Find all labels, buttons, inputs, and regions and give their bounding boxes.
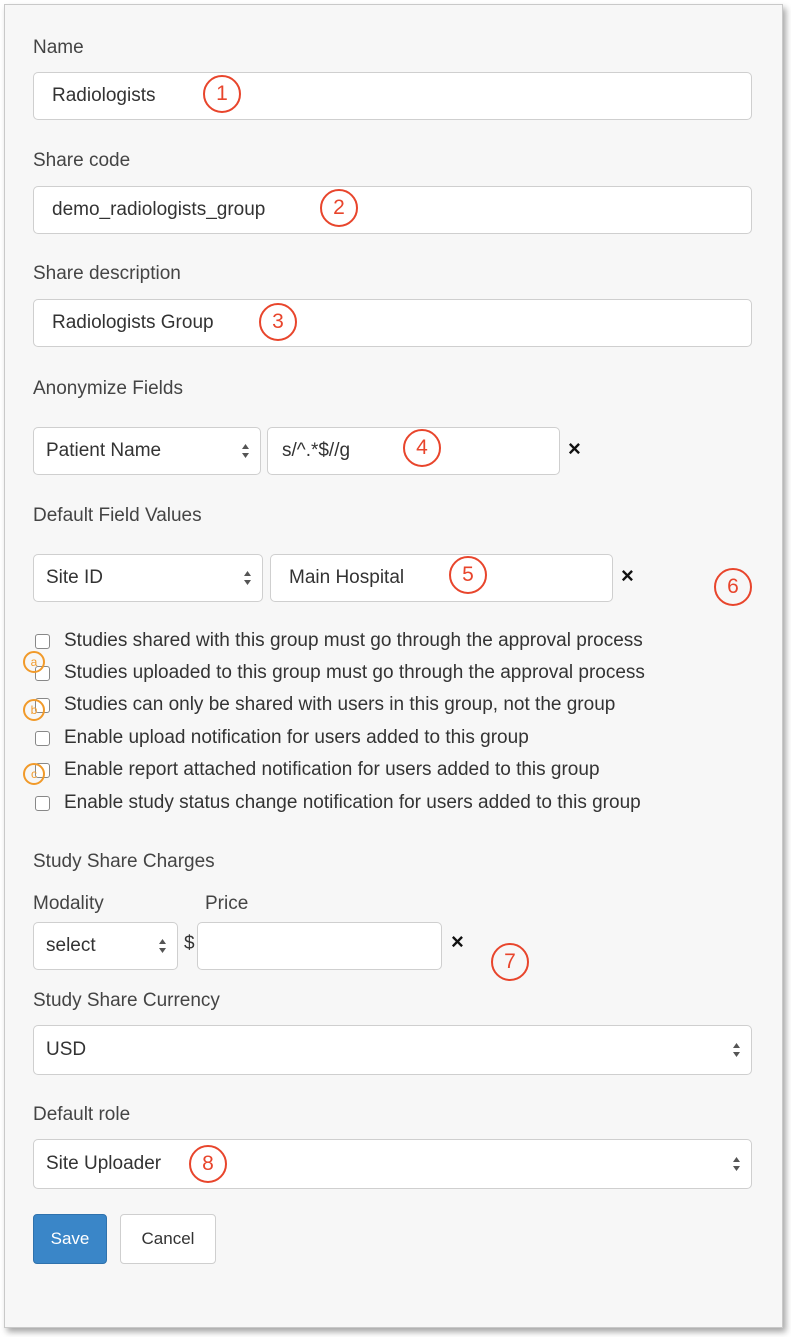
default-role-label: Default role bbox=[33, 1104, 131, 1125]
anonymize-remove-icon[interactable]: × bbox=[568, 436, 581, 462]
checkbox-row[interactable]: Studies can only be shared with users in… bbox=[35, 694, 615, 716]
charge-remove-icon[interactable]: × bbox=[451, 929, 464, 955]
checkbox-label: Enable report attached notification for … bbox=[64, 759, 600, 780]
currency-select[interactable]: USD bbox=[33, 1025, 752, 1075]
currency-symbol: $ bbox=[184, 933, 195, 954]
anonymize-field-value: Patient Name bbox=[46, 440, 162, 461]
default-role-select[interactable]: Site Uploader bbox=[33, 1139, 752, 1189]
price-label: Price bbox=[205, 893, 249, 914]
name-input[interactable]: Radiologists bbox=[33, 72, 752, 120]
callout-3: 3 bbox=[259, 303, 297, 341]
modality-label: Modality bbox=[33, 893, 104, 914]
study-share-charges-label: Study Share Charges bbox=[33, 851, 215, 872]
checkbox-label: Studies shared with this group must go t… bbox=[64, 630, 643, 651]
default-field-remove-icon[interactable]: × bbox=[621, 563, 634, 589]
checkbox[interactable] bbox=[35, 730, 50, 746]
cancel-button[interactable]: Cancel bbox=[120, 1214, 216, 1264]
checkbox-row[interactable]: Studies shared with this group must go t… bbox=[35, 630, 643, 652]
checkbox-row[interactable]: Enable report attached notification for … bbox=[35, 759, 600, 781]
callout-1: 1 bbox=[203, 75, 241, 113]
anonymize-pattern-value: s/^.*$//g bbox=[282, 440, 351, 461]
checkbox-label: Enable upload notification for users add… bbox=[64, 727, 529, 748]
group-settings-panel: Name Radiologists 1 Share code demo_radi… bbox=[4, 4, 783, 1328]
name-value: Radiologists bbox=[52, 85, 156, 106]
select-arrows-icon bbox=[159, 939, 166, 953]
default-field-values-label: Default Field Values bbox=[33, 505, 202, 526]
select-arrows-icon bbox=[242, 444, 249, 458]
callout-6: 6 bbox=[714, 568, 752, 606]
checkbox[interactable] bbox=[35, 633, 50, 649]
checkbox-label: Studies can only be shared with users in… bbox=[64, 694, 616, 715]
callout-5: 5 bbox=[449, 556, 487, 594]
share-code-value: demo_radiologists_group bbox=[52, 199, 266, 220]
study-share-currency-label: Study Share Currency bbox=[33, 990, 220, 1011]
mini-callout-b: b bbox=[23, 699, 45, 721]
checkbox-row[interactable]: Enable upload notification for users add… bbox=[35, 727, 529, 749]
anonymize-field-select[interactable]: Patient Name bbox=[33, 427, 261, 475]
select-arrows-icon bbox=[733, 1157, 740, 1171]
checkbox-label: Studies uploaded to this group must go t… bbox=[64, 662, 645, 683]
default-role-value: Site Uploader bbox=[46, 1153, 162, 1174]
callout-4: 4 bbox=[403, 429, 441, 467]
checkbox-row[interactable]: Studies uploaded to this group must go t… bbox=[35, 662, 645, 684]
callout-7: 7 bbox=[491, 943, 529, 981]
name-label: Name bbox=[33, 37, 84, 58]
share-description-value: Radiologists Group bbox=[52, 312, 214, 333]
mini-callout-a: a bbox=[23, 651, 45, 673]
anonymize-fields-label: Anonymize Fields bbox=[33, 378, 183, 399]
checkbox-row[interactable]: Enable study status change notification … bbox=[35, 792, 641, 814]
save-button[interactable]: Save bbox=[33, 1214, 107, 1264]
checkbox-label: Enable study status change notification … bbox=[64, 792, 641, 813]
modality-value: select bbox=[46, 935, 96, 956]
callout-2: 2 bbox=[320, 189, 358, 227]
share-code-input[interactable]: demo_radiologists_group bbox=[33, 186, 752, 234]
default-field-value: Site ID bbox=[46, 567, 104, 588]
select-arrows-icon bbox=[733, 1043, 740, 1057]
select-arrows-icon bbox=[244, 571, 251, 585]
mini-callout-c: c bbox=[23, 763, 45, 785]
checkbox[interactable] bbox=[35, 795, 50, 811]
share-code-label: Share code bbox=[33, 150, 131, 171]
default-field-input-value: Main Hospital bbox=[289, 567, 405, 588]
currency-value: USD bbox=[46, 1039, 87, 1060]
price-input[interactable] bbox=[197, 922, 442, 970]
modality-select[interactable]: select bbox=[33, 922, 178, 970]
default-field-select[interactable]: Site ID bbox=[33, 554, 263, 602]
default-field-value-input[interactable]: Main Hospital bbox=[270, 554, 613, 602]
share-description-input[interactable]: Radiologists Group bbox=[33, 299, 752, 347]
share-description-label: Share description bbox=[33, 263, 181, 284]
callout-8: 8 bbox=[189, 1145, 227, 1183]
